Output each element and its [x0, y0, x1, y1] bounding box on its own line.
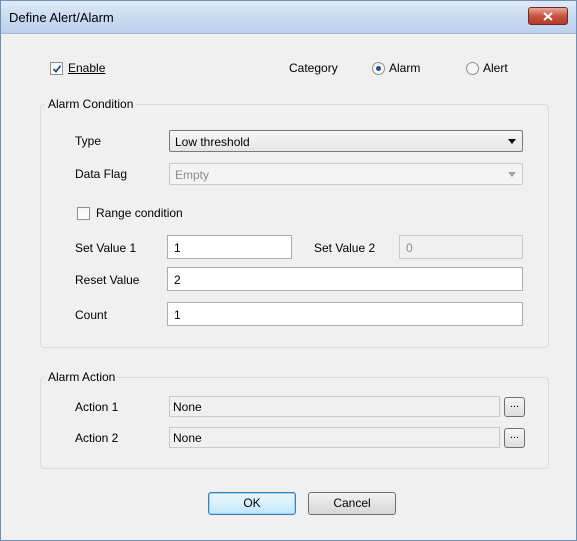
ok-button[interactable]: OK	[208, 492, 296, 515]
count-text: 1	[174, 308, 181, 322]
type-value: Low threshold	[175, 135, 250, 149]
data-flag-label: Data Flag	[75, 167, 128, 181]
action-2-field[interactable]: None	[169, 427, 500, 448]
set-value-2-label: Set Value 2	[314, 241, 376, 255]
reset-value-text: 2	[174, 273, 181, 287]
type-dropdown[interactable]: Low threshold	[169, 130, 523, 152]
reset-value-label: Reset Value	[75, 273, 140, 287]
chevron-down-icon	[508, 172, 516, 177]
alarm-action-group	[40, 377, 549, 469]
checkmark-icon	[52, 65, 62, 73]
data-flag-value: Empty	[175, 168, 210, 182]
action-1-label: Action 1	[75, 400, 119, 414]
alarm-radio[interactable]	[372, 62, 385, 75]
alert-radio-label[interactable]: Alert	[483, 61, 508, 75]
set-value-1-input[interactable]: 1	[167, 235, 292, 259]
action-2-value: None	[173, 431, 202, 445]
set-value-1-text: 1	[174, 241, 181, 255]
action-1-browse-button[interactable]: ...	[504, 397, 525, 417]
set-value-2-input[interactable]: 0	[399, 235, 523, 259]
window-title: Define Alert/Alarm	[9, 10, 114, 25]
enable-checkbox[interactable]	[50, 62, 63, 75]
alert-radio[interactable]	[466, 62, 479, 75]
data-flag-dropdown[interactable]: Empty	[169, 163, 523, 185]
chevron-down-icon	[508, 139, 516, 144]
set-value-2-text: 0	[406, 241, 413, 255]
range-condition-label[interactable]: Range condition	[96, 206, 183, 220]
close-button[interactable]	[528, 7, 568, 25]
close-icon	[543, 11, 553, 21]
cancel-button[interactable]: Cancel	[308, 492, 396, 515]
alarm-radio-label[interactable]: Alarm	[389, 61, 420, 75]
category-label: Category	[289, 61, 338, 75]
action-2-label: Action 2	[75, 431, 119, 445]
set-value-1-label: Set Value 1	[75, 241, 137, 255]
alarm-action-title: Alarm Action	[45, 370, 119, 384]
range-condition-checkbox[interactable]	[77, 207, 90, 220]
action-1-value: None	[173, 400, 202, 414]
type-label: Type	[75, 134, 102, 148]
count-input[interactable]: 1	[167, 302, 523, 326]
action-1-field[interactable]: None	[169, 396, 500, 417]
reset-value-input[interactable]: 2	[167, 267, 523, 291]
enable-label[interactable]: Enable	[68, 61, 105, 75]
count-label: Count	[75, 308, 108, 322]
action-2-browse-button[interactable]: ...	[504, 428, 525, 448]
dialog-window: Define Alert/Alarm Enable Category Alarm…	[0, 0, 577, 541]
radio-selected-dot	[376, 66, 381, 71]
alarm-condition-title: Alarm Condition	[45, 97, 137, 111]
title-bar[interactable]: Define Alert/Alarm	[1, 1, 576, 34]
